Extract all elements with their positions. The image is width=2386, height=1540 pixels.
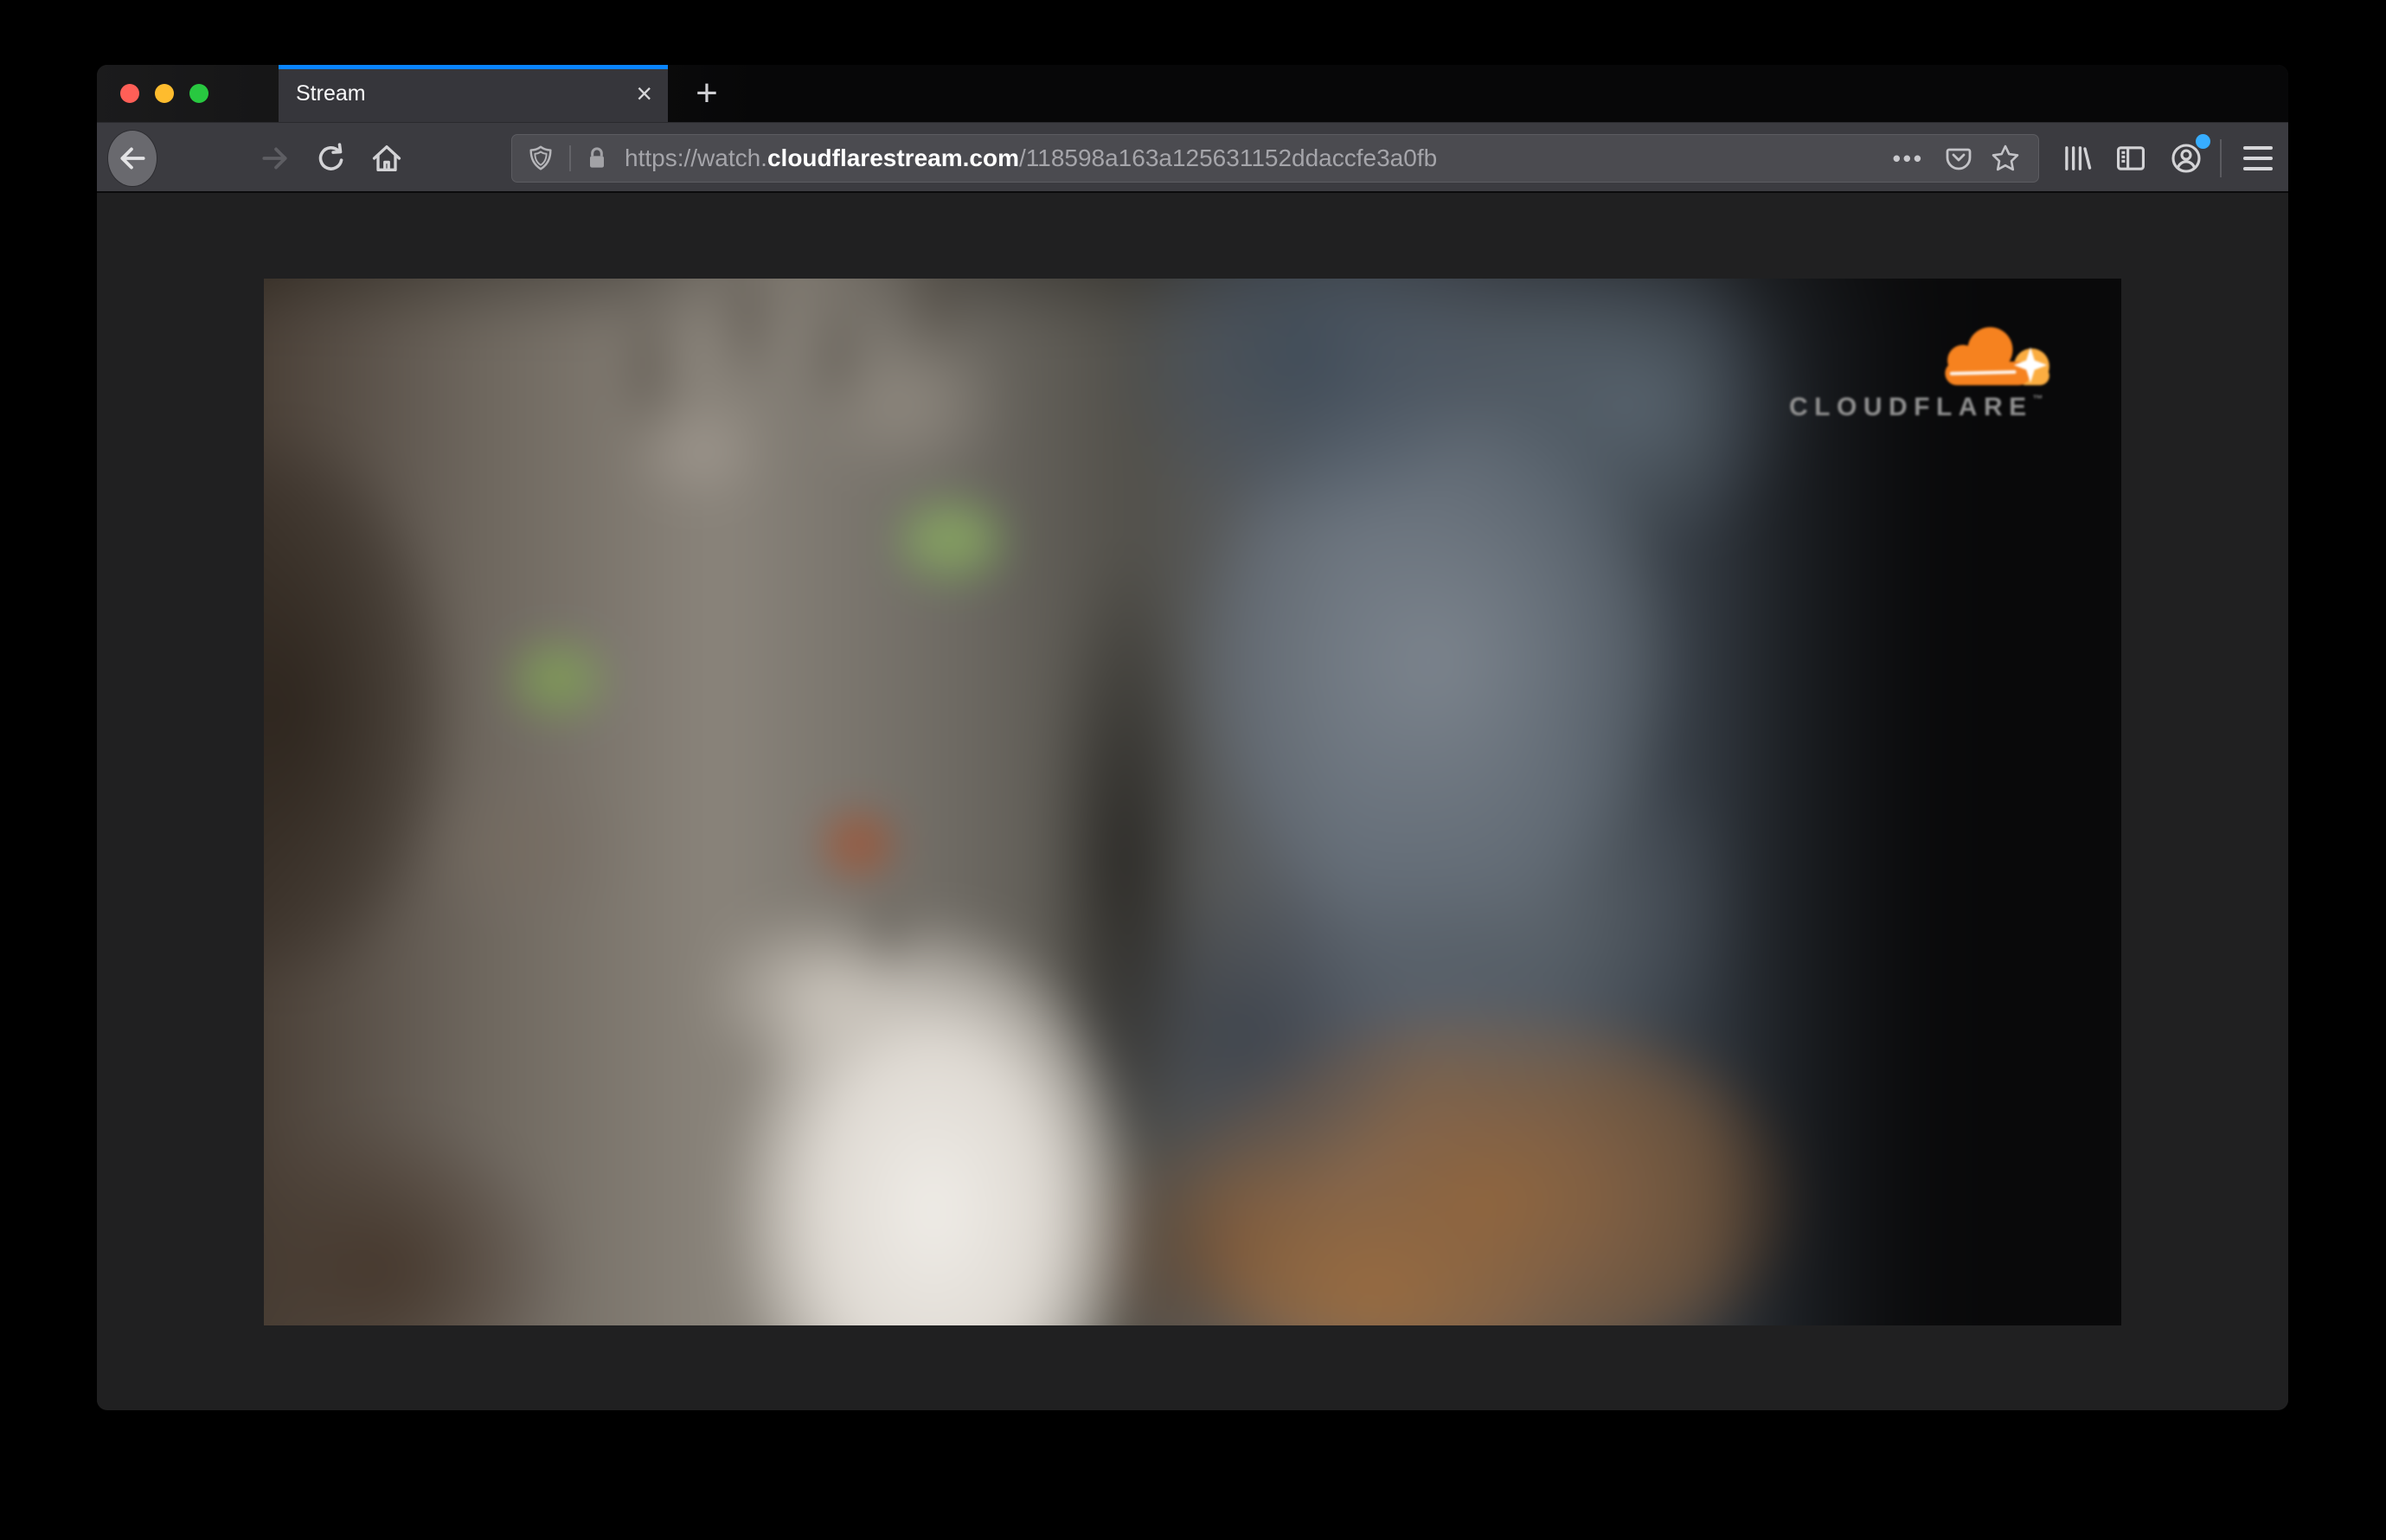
account-notification-dot bbox=[2196, 134, 2210, 149]
page-actions-icon[interactable]: ••• bbox=[1893, 145, 1924, 172]
url-text[interactable]: https://watch.cloudflarestream.com/11859… bbox=[625, 144, 1893, 172]
address-bar[interactable]: https://watch.cloudflarestream.com/11859… bbox=[511, 134, 2039, 183]
cloudflare-watermark: CLOUDFLARE™ bbox=[1789, 324, 2066, 422]
reload-icon bbox=[318, 143, 343, 170]
url-domain: cloudflarestream.com bbox=[766, 144, 1019, 171]
zoom-window-button[interactable] bbox=[189, 84, 208, 103]
pocket-button[interactable] bbox=[1943, 143, 1974, 174]
minimize-window-button[interactable] bbox=[155, 84, 174, 103]
tab-bar: Stream × + bbox=[97, 65, 2288, 122]
tab-title: Stream bbox=[296, 80, 366, 106]
page-content: CLOUDFLARE™ bbox=[97, 193, 2288, 1408]
connection-security-lock-icon[interactable] bbox=[583, 144, 611, 172]
home-icon bbox=[372, 145, 401, 171]
cloudflare-cloud-icon bbox=[1945, 327, 2049, 386]
browser-window: Stream × + https://watch.cloudflarestrea… bbox=[97, 65, 2288, 1410]
toolbar-divider bbox=[2220, 139, 2222, 177]
trademark-mark: ™ bbox=[2032, 393, 2043, 405]
account-button[interactable] bbox=[2160, 123, 2212, 194]
forward-icon bbox=[262, 147, 287, 170]
menu-icon bbox=[2243, 146, 2273, 170]
forward-button[interactable] bbox=[251, 123, 299, 194]
bookmark-star-icon bbox=[1992, 144, 2019, 171]
close-tab-icon[interactable]: × bbox=[636, 80, 652, 107]
back-icon bbox=[108, 131, 157, 186]
library-button[interactable] bbox=[2050, 123, 2102, 194]
pocket-icon bbox=[1946, 148, 1972, 170]
close-window-button[interactable] bbox=[120, 84, 139, 103]
window-controls bbox=[120, 65, 208, 122]
library-icon bbox=[2065, 146, 2092, 170]
url-path: /118598a163a125631152ddaccfe3a0fb bbox=[1018, 144, 1438, 171]
sidebar-button[interactable] bbox=[2105, 123, 2157, 194]
urlbar-divider bbox=[569, 145, 571, 171]
navigation-toolbar: https://watch.cloudflarestream.com/11859… bbox=[97, 122, 2288, 193]
cloudflare-wordmark: CLOUDFLARE™ bbox=[1789, 393, 2043, 421]
home-button[interactable] bbox=[362, 123, 411, 194]
menu-button[interactable] bbox=[2232, 123, 2284, 194]
sidebar-icon bbox=[2117, 146, 2145, 170]
video-player[interactable]: CLOUDFLARE™ bbox=[264, 279, 2121, 1325]
video-frame-blurry-cat bbox=[264, 279, 2121, 1325]
new-tab-button[interactable]: + bbox=[678, 65, 735, 122]
back-button[interactable] bbox=[108, 123, 157, 194]
tracking-protection-icon[interactable] bbox=[526, 144, 555, 173]
bookmark-button[interactable] bbox=[1990, 143, 2021, 174]
reload-button[interactable] bbox=[307, 123, 356, 194]
tab-stream[interactable]: Stream × bbox=[279, 65, 668, 122]
url-scheme: https://watch. bbox=[625, 144, 767, 171]
